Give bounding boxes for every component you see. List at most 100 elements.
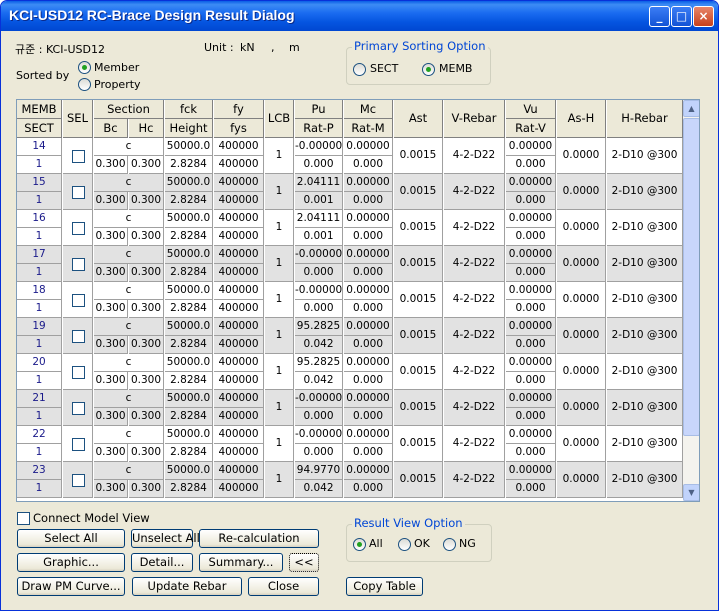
sort-member-radio[interactable] [78,61,91,74]
close-icon[interactable]: × [693,6,714,27]
header-sect: SECT [17,119,62,138]
row-mc: 0.00000 [344,282,393,300]
header-h-rebar: H-Rebar [607,100,683,138]
sort-property-radio[interactable] [78,78,91,91]
graphic-button[interactable]: Graphic... [17,553,125,572]
header-vu: Vu [506,100,556,119]
row-section: c [94,138,164,156]
sort-memb-radio[interactable] [422,63,435,76]
header-fck: fck [165,100,213,119]
scroll-thumb[interactable] [683,118,699,436]
detail-button[interactable]: Detail... [131,553,193,572]
row-fys: 400000 [214,156,264,174]
row-memb: 19 [17,318,62,336]
view-ng-label: NG [459,537,476,550]
row-mc: 0.00000 [344,354,393,372]
row-h-rebar: 2-D10 @300 [607,210,683,246]
select-all-button[interactable]: Select All [17,529,125,548]
row-as-h: 0.0000 [557,462,606,498]
header-lcb: LCB [265,100,294,138]
minimize-icon[interactable]: _ [649,6,670,27]
row-vu: 0.00000 [506,246,556,264]
row-select-checkbox[interactable] [71,293,85,307]
row-select-checkbox[interactable] [71,365,85,379]
row-rat-m: 0.000 [344,372,393,390]
update-rebar-button[interactable]: Update Rebar [132,577,242,596]
row-height: 2.8284 [165,408,213,426]
row-bc: 0.300 [94,264,128,282]
row-memb: 18 [17,282,62,300]
window-title: KCI-USD12 RC-Brace Design Result Dialog [9,7,295,23]
unit-label: Unit : [204,41,234,54]
row-lcb: 1 [265,390,294,426]
row-pu: 2.04111 [295,210,343,228]
header-rat-m: Rat-M [344,119,393,138]
row-lcb: 1 [265,426,294,462]
row-rat-p: 0.000 [295,300,343,318]
row-height: 2.8284 [165,156,213,174]
view-ok-radio[interactable] [398,538,411,551]
row-select-checkbox[interactable] [71,401,85,415]
row-bc: 0.300 [94,156,128,174]
row-memb: 23 [17,462,62,480]
row-height: 2.8284 [165,192,213,210]
row-section: c [94,318,164,336]
row-as-h: 0.0000 [557,138,606,174]
sort-sect-radio[interactable] [353,63,366,76]
row-pu: -0.00000 [295,246,343,264]
row-rat-p: 0.042 [295,336,343,354]
row-lcb: 1 [265,318,294,354]
maximize-icon[interactable]: □ [671,6,692,27]
copy-table-button[interactable]: Copy Table [346,577,423,596]
row-rat-v: 0.000 [506,264,556,282]
sort-member-label: Member [94,61,140,74]
result-view-title: Result View Option [352,516,465,530]
header-bc: Bc [94,119,128,138]
row-as-h: 0.0000 [557,174,606,210]
row-as-h: 0.0000 [557,246,606,282]
view-all-radio[interactable] [353,538,366,551]
row-memb: 16 [17,210,62,228]
row-sel-cell [63,138,93,174]
row-select-checkbox[interactable] [71,221,85,235]
recalculation-button[interactable]: Re-calculation [199,529,319,548]
row-rat-m: 0.000 [344,336,393,354]
header-rat-p: Rat-P [295,119,343,138]
draw-pm-curve-button[interactable]: Draw PM Curve... [17,577,125,596]
row-select-checkbox[interactable] [71,473,85,487]
row-section: c [94,426,164,444]
row-sel-cell [63,462,93,498]
row-hc: 0.300 [129,372,164,390]
row-rat-m: 0.000 [344,480,393,498]
row-sect: 1 [17,480,62,498]
unselect-all-button[interactable]: Unselect All [131,529,200,548]
close-button[interactable]: Close [248,577,319,596]
row-v-rebar: 4-2-D22 [444,210,505,246]
row-select-checkbox[interactable] [71,149,85,163]
row-fys: 400000 [214,444,264,462]
row-h-rebar: 2-D10 @300 [607,246,683,282]
collapse-button[interactable]: << [289,553,319,572]
scroll-down-icon[interactable]: ▼ [683,484,699,501]
view-all-label: All [369,537,383,550]
row-select-checkbox[interactable] [71,257,85,271]
row-select-checkbox[interactable] [71,329,85,343]
row-fy: 400000 [214,138,264,156]
summary-button[interactable]: Summary... [199,553,283,572]
row-hc: 0.300 [129,264,164,282]
view-ng-radio[interactable] [443,538,456,551]
row-section: c [94,282,164,300]
row-pu: -0.00000 [295,390,343,408]
row-as-h: 0.0000 [557,282,606,318]
row-select-checkbox[interactable] [71,437,85,451]
connect-model-view-checkbox[interactable] [17,512,30,525]
row-ast: 0.0015 [394,174,443,210]
row-height: 2.8284 [165,228,213,246]
row-rat-m: 0.000 [344,264,393,282]
vertical-scrollbar[interactable]: ▲ ▼ [683,100,699,501]
row-fy: 400000 [214,426,264,444]
row-select-checkbox[interactable] [71,185,85,199]
scroll-up-icon[interactable]: ▲ [683,100,699,117]
row-fy: 400000 [214,246,264,264]
row-mc: 0.00000 [344,462,393,480]
